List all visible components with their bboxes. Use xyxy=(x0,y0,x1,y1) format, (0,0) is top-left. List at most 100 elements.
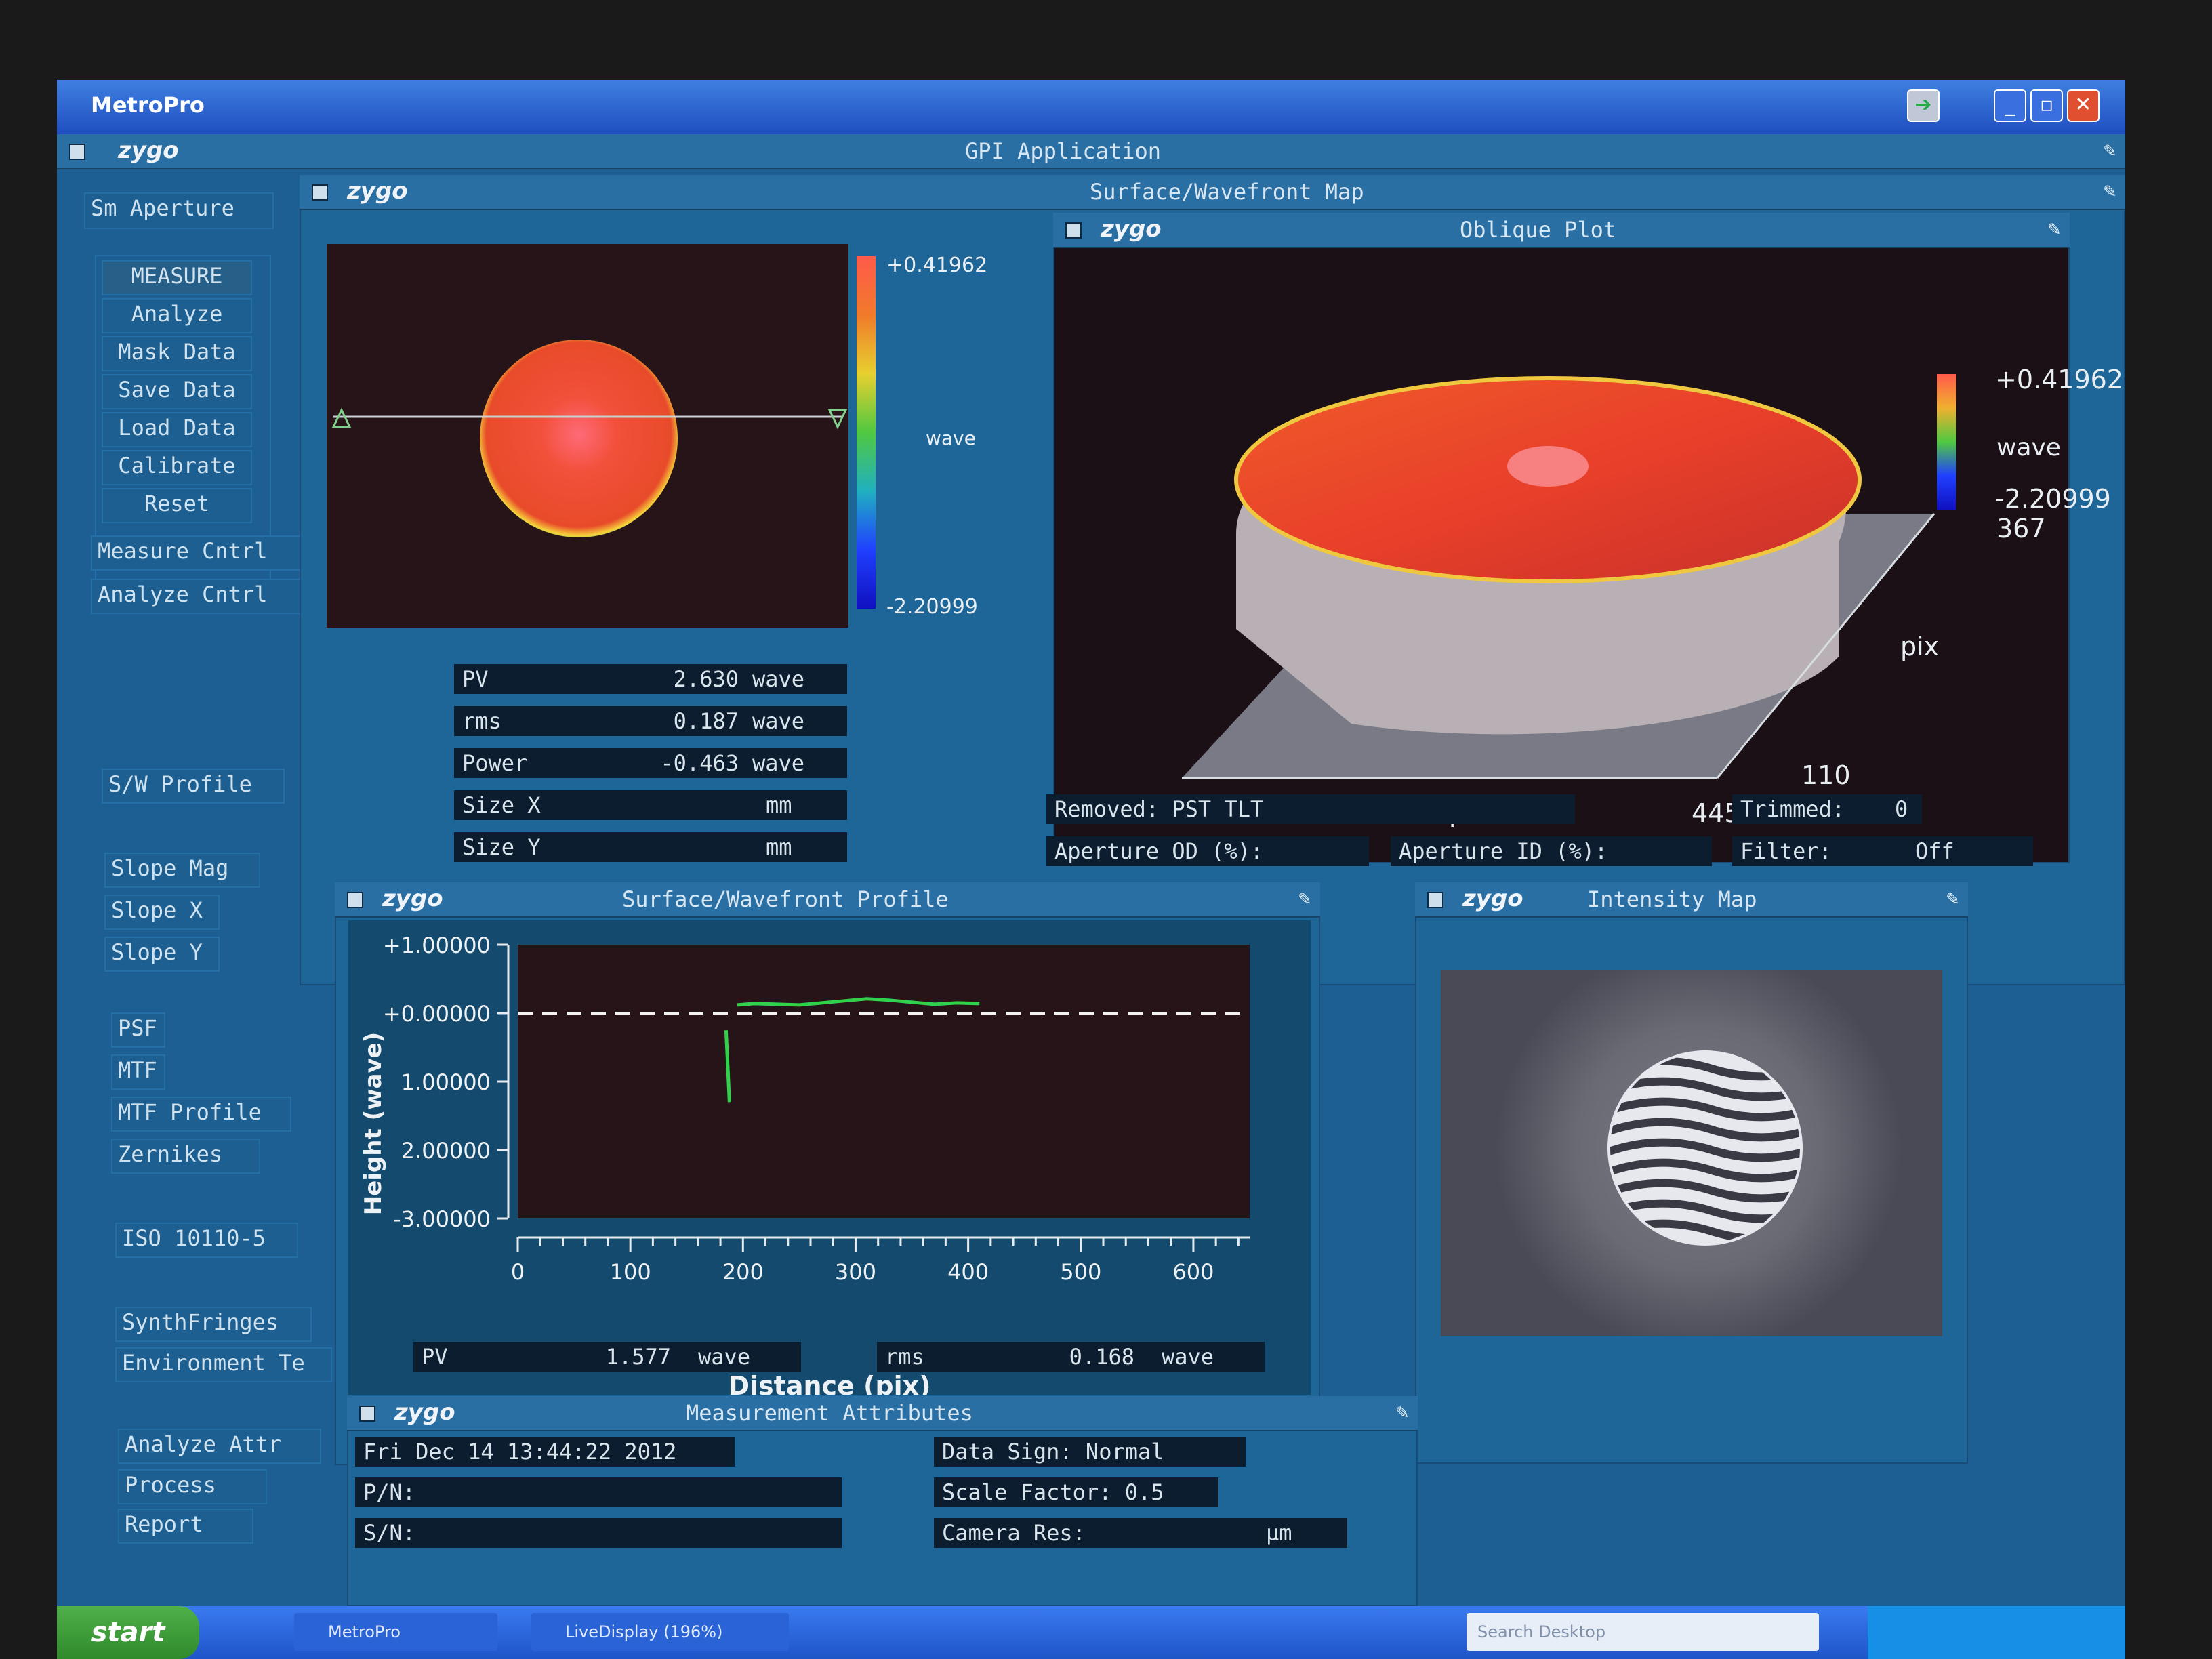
camera-res-field: Camera Res: µm xyxy=(934,1518,1347,1548)
calibrate-button[interactable]: Calibrate xyxy=(102,450,252,485)
zernikes-button[interactable]: Zernikes xyxy=(111,1139,260,1174)
taskbar-item-metropro[interactable]: MetroPro xyxy=(294,1613,497,1651)
profile-x-tick-label: 500 xyxy=(1060,1259,1101,1285)
pin-icon[interactable]: ✎ xyxy=(1946,886,1959,910)
surface-map-view[interactable] xyxy=(327,244,848,628)
profile-x-label: Distance (pix) xyxy=(728,1371,930,1395)
app-titlebar: zygo GPI Application ✎ xyxy=(57,134,2125,169)
oblique-plot-graphic[interactable] xyxy=(1060,249,2063,846)
map-stat-pv: PV 2.630 wave xyxy=(454,664,847,694)
sm-aperture-button[interactable]: Sm Aperture xyxy=(84,192,274,229)
analyze-attr-button[interactable]: Analyze Attr xyxy=(118,1429,321,1464)
surface-map-graphic xyxy=(331,340,848,537)
wavefront-disk xyxy=(480,340,678,537)
analyze-button[interactable]: Analyze xyxy=(102,298,252,333)
pin-icon[interactable]: ✎ xyxy=(2104,138,2116,162)
mtf-profile-button[interactable]: MTF Profile xyxy=(111,1097,291,1132)
arrow-icon[interactable]: ➔ xyxy=(1907,89,1940,122)
slope-y-button[interactable]: Slope Y xyxy=(104,937,220,972)
zygo-logo: zygo xyxy=(118,137,179,164)
profile-chart[interactable]: +1.00000 +0.00000 1.00000 2.00000 -3.00000 0 1… xyxy=(348,920,1311,1395)
window-title: MetroPro xyxy=(91,92,205,118)
oblique-scale-unit: wave xyxy=(1996,434,2061,462)
pin-icon[interactable]: ✎ xyxy=(1396,1400,1408,1424)
synthfringes-button[interactable]: SynthFringes xyxy=(115,1307,312,1342)
oblique-scale-extra: 367 xyxy=(1996,514,2046,544)
cut-start-marker-icon[interactable] xyxy=(331,407,352,428)
oblique-y-value: 110 xyxy=(1801,760,1851,790)
attributes-title: Measurement Attributes xyxy=(686,1400,973,1426)
system-tray xyxy=(1868,1606,2125,1659)
window-titlebar: MetroPro ➔ _ ▫ ✕ xyxy=(57,80,2125,134)
measure-cntrl-button[interactable]: Measure Cntrl xyxy=(91,535,301,571)
profile-titlebar: zygo Surface/Wavefront Profile ✎ xyxy=(335,882,1320,918)
slope-mag-button[interactable]: Slope Mag xyxy=(104,853,260,888)
map-color-scale xyxy=(857,256,876,609)
process-button[interactable]: Process xyxy=(118,1469,267,1504)
mask-data-button[interactable]: Mask Data xyxy=(102,336,252,371)
maximize-button[interactable]: ▫ xyxy=(2030,89,2063,122)
data-sign-field: Data Sign: Normal xyxy=(934,1437,1246,1467)
panel-menu-icon[interactable] xyxy=(347,892,363,908)
oblique-title: Oblique Plot xyxy=(1460,217,1617,243)
panel-menu-icon[interactable] xyxy=(359,1406,375,1422)
removed-field: Removed: PST TLT xyxy=(1046,794,1575,824)
filter-field: Filter: Off xyxy=(1732,836,2033,866)
report-button[interactable]: Report xyxy=(118,1509,253,1544)
close-button[interactable]: ✕ xyxy=(2067,89,2100,122)
panel-menu-icon[interactable] xyxy=(69,144,85,160)
profile-y-tick-label: 1.00000 xyxy=(401,1069,491,1095)
oblique-color-scale xyxy=(1937,374,1956,510)
zygo-logo: zygo xyxy=(1101,216,1162,243)
intensity-titlebar: zygo Intensity Map ✎ xyxy=(1415,882,1968,918)
pin-icon[interactable]: ✎ xyxy=(2104,179,2116,203)
taskbar-item-livedisplay[interactable]: LiveDisplay (196%) xyxy=(531,1613,789,1651)
analyze-cntrl-button[interactable]: Analyze Cntrl xyxy=(91,579,301,614)
profile-stat-pv: PV 1.577 wave xyxy=(413,1342,801,1372)
zygo-logo: zygo xyxy=(347,178,408,205)
surface-map-title: Surface/Wavefront Map xyxy=(1090,179,1364,205)
panel-menu-icon[interactable] xyxy=(1065,222,1082,239)
taskbar: start MetroPro LiveDisplay (196%) Search… xyxy=(57,1606,2125,1659)
panel-menu-icon[interactable] xyxy=(1427,892,1443,908)
attributes-titlebar: zygo Measurement Attributes ✎ xyxy=(347,1396,1418,1431)
start-button[interactable]: start xyxy=(57,1606,199,1659)
panel-menu-icon[interactable] xyxy=(312,184,328,201)
serial-number-field[interactable]: S/N: xyxy=(355,1518,842,1548)
oblique-y-label: pix xyxy=(1900,632,1940,661)
pin-icon[interactable]: ✎ xyxy=(1298,886,1311,910)
part-number-field[interactable]: P/N: xyxy=(355,1477,842,1507)
map-stat-size-x: Size Xmm xyxy=(454,790,847,820)
profile-y-tick-label: -3.00000 xyxy=(393,1206,491,1232)
save-data-button[interactable]: Save Data xyxy=(102,374,252,409)
map-scale-max: +0.41962 xyxy=(886,253,988,277)
map-stat-size-y: Size Ymm xyxy=(454,832,847,862)
mtf-button[interactable]: MTF xyxy=(111,1054,165,1090)
map-scale-min: -2.20999 xyxy=(886,595,978,619)
cut-end-marker-icon[interactable] xyxy=(827,409,848,430)
scale-factor-field: Scale Factor: 0.5 xyxy=(934,1477,1218,1507)
zygo-logo: zygo xyxy=(394,1399,455,1426)
load-data-button[interactable]: Load Data xyxy=(102,412,252,447)
zygo-logo: zygo xyxy=(1462,885,1523,912)
pin-icon[interactable]: ✎ xyxy=(2048,217,2060,241)
psf-button[interactable]: PSF xyxy=(111,1012,165,1048)
oblique-surface-peak xyxy=(1507,446,1589,487)
map-stat-power: Power -0.463 wave xyxy=(454,748,847,778)
profile-x-tick-label: 400 xyxy=(947,1259,989,1285)
profile-x-tick-label: 300 xyxy=(835,1259,876,1285)
profile-y-label: Height (wave) xyxy=(360,1032,387,1215)
sw-profile-button[interactable]: S/W Profile xyxy=(102,769,285,804)
trimmed-field: Trimmed: 0 xyxy=(1732,794,1922,824)
aperture-id-field: Aperture ID (%): xyxy=(1391,836,1712,866)
iso-10110-5-button[interactable]: ISO 10110-5 xyxy=(115,1223,298,1258)
surface-map-titlebar: zygo Surface/Wavefront Map ✎ xyxy=(300,175,2125,210)
measure-button[interactable]: MEASURE xyxy=(102,260,252,295)
desktop-search-input[interactable]: Search Desktop xyxy=(1467,1613,1819,1651)
reset-button[interactable]: Reset xyxy=(102,488,252,523)
minimize-button[interactable]: _ xyxy=(1994,89,2026,122)
environment-button[interactable]: Environment Te xyxy=(115,1347,332,1382)
intensity-view[interactable] xyxy=(1441,970,1942,1336)
slope-x-button[interactable]: Slope X xyxy=(104,895,220,930)
profile-x-tick-label: 600 xyxy=(1172,1259,1214,1285)
